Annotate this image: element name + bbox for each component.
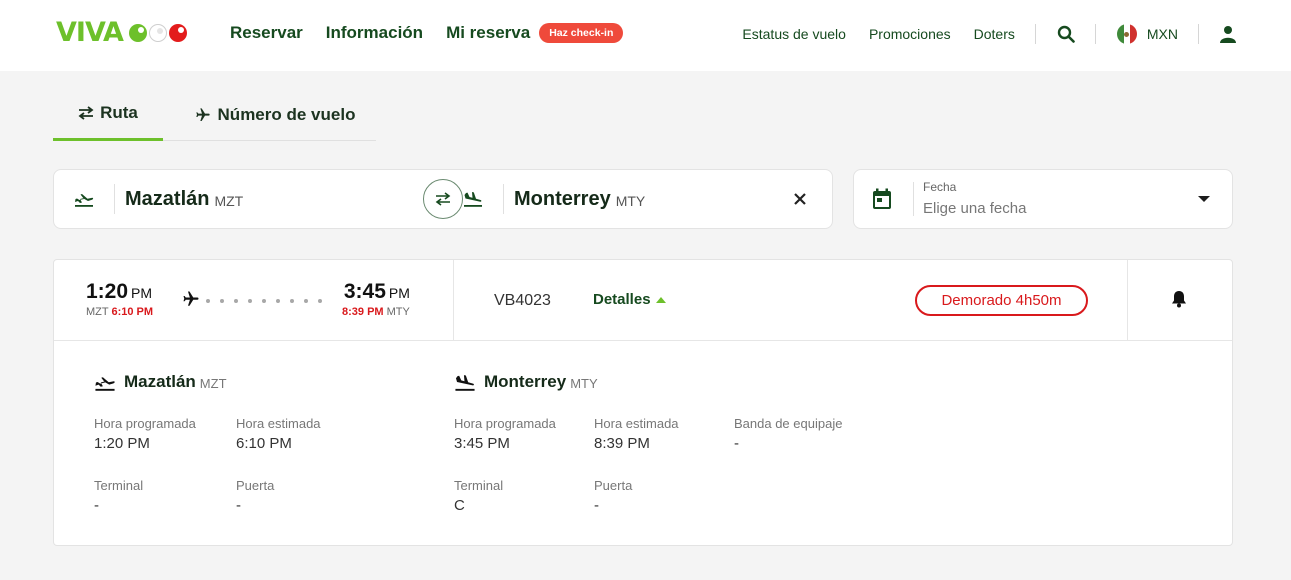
route-dots <box>206 299 332 303</box>
column-divider <box>453 260 454 340</box>
currency-selector[interactable]: MXN <box>1116 24 1178 44</box>
destination-scheduled: Hora programada 3:45 PM <box>454 416 556 452</box>
account-button[interactable] <box>1220 25 1236 43</box>
field-separator <box>503 184 504 214</box>
nav-reservar[interactable]: Reservar <box>230 22 303 44</box>
destination-baggage: Banda de equipaje - <box>734 416 843 452</box>
chevron-down-icon <box>1198 196 1210 202</box>
viva-logo[interactable]: VIVA <box>56 18 187 48</box>
swap-arrows-icon <box>78 106 94 120</box>
flight-status-card: 1:20 PM MZT 6:10 PM 3:45 PM 8:39 PM MTY VB… <box>53 259 1233 546</box>
origin-scheduled: Hora programada 1:20 PM <box>94 416 196 452</box>
date-picker[interactable]: Fecha Elige una fecha <box>853 169 1233 229</box>
clear-route-button[interactable] <box>790 189 810 209</box>
search-icon <box>1057 25 1075 43</box>
airplane-icon <box>195 107 210 121</box>
logo-dot-red <box>168 24 187 42</box>
arrival-ampm: PM <box>388 285 410 301</box>
arrival-time: 3:45 <box>343 280 386 303</box>
swap-arrows-icon <box>435 192 451 206</box>
date-placeholder: Elige una fecha <box>923 200 1027 217</box>
origin-gate: Puerta - <box>236 478 275 514</box>
origin-terminal: Terminal - <box>94 478 144 514</box>
flight-number: VB4023 <box>494 292 551 309</box>
origin-city: Mazatlán <box>125 187 210 210</box>
route-search-box: Mazatlán MZT Monterrey MTY <box>53 169 833 229</box>
nav-divider <box>1034 24 1036 44</box>
notification-bell-button[interactable] <box>1171 290 1187 313</box>
departure-time: 1:20 <box>86 280 129 303</box>
tab-ruta-label: Ruta <box>100 103 138 122</box>
destination-detail-city: Monterrey <box>484 372 567 391</box>
top-header: VIVA Reservar Información Mi reserva Haz… <box>0 0 1291 71</box>
origin-estimated: Hora estimada 6:10 PM <box>236 416 321 452</box>
logo-dot-green <box>128 24 147 42</box>
column-divider <box>1127 260 1128 340</box>
logo-dot-white <box>148 24 167 42</box>
user-icon <box>1220 26 1236 43</box>
takeoff-icon <box>95 376 115 391</box>
search-button[interactable] <box>1057 25 1075 43</box>
destination-estimated: Hora estimada 8:39 PM <box>594 416 679 452</box>
mexico-flag-icon <box>1116 24 1137 44</box>
airplane-icon <box>183 291 199 306</box>
nav-promociones[interactable]: Promociones <box>869 26 951 42</box>
search-mode-tabs: Ruta Número de vuelo <box>53 88 376 141</box>
logo-text: VIVA <box>56 17 124 48</box>
departure-code: MZT <box>86 306 109 318</box>
nav-flight-status[interactable]: Estatus de vuelo <box>742 26 846 42</box>
destination-gate: Puerta - <box>594 478 633 514</box>
date-label: Fecha <box>923 180 957 194</box>
right-nav: Estatus de vuelo Promociones Doters MXN <box>719 20 1236 48</box>
departure-new-time: 6:10 PM <box>111 306 154 318</box>
origin-detail-city: Mazatlán <box>124 372 196 391</box>
origin-detail-code: MZT <box>199 376 227 391</box>
destination-details: Monterrey MTY <box>454 372 598 392</box>
departure-time-block: 1:20 PM MZT 6:10 PM <box>86 280 153 318</box>
destination-detail-code: MTY <box>570 376 598 391</box>
swap-route-button[interactable] <box>423 179 463 219</box>
field-separator <box>114 184 115 214</box>
takeoff-icon <box>54 191 114 207</box>
checkin-badge[interactable]: Haz check-in <box>539 23 624 43</box>
nav-doters[interactable]: Doters <box>974 26 1015 42</box>
field-separator <box>913 182 914 216</box>
tab-ruta[interactable]: Ruta <box>53 88 163 141</box>
nav-informacion[interactable]: Información <box>326 22 423 44</box>
details-toggle-button[interactable]: Detalles <box>593 291 666 308</box>
arrival-code: MTY <box>386 306 410 318</box>
calendar-icon <box>872 188 892 215</box>
destination-city: Monterrey <box>514 187 611 210</box>
details-label: Detalles <box>593 291 651 308</box>
chevron-up-icon <box>655 296 666 303</box>
nav-mi-reserva[interactable]: Mi reserva <box>446 22 530 44</box>
origin-code: MZT <box>214 193 244 209</box>
flight-summary-row: 1:20 PM MZT 6:10 PM 3:45 PM 8:39 PM MTY VB… <box>54 260 1232 341</box>
tab-numero-vuelo[interactable]: Número de vuelo <box>173 88 376 141</box>
destination-code: MTY <box>615 193 646 209</box>
nav-divider <box>1094 24 1096 44</box>
status-badge: Demorado 4h50m <box>915 285 1088 316</box>
destination-terminal: Terminal C <box>454 478 504 514</box>
main-nav: Reservar Información Mi reserva Haz chec… <box>230 22 624 44</box>
origin-field[interactable]: Mazatlán MZT <box>54 170 443 228</box>
destination-field[interactable]: Monterrey MTY <box>443 170 833 228</box>
bell-icon <box>1172 291 1186 308</box>
close-icon <box>794 193 806 205</box>
landing-icon <box>455 374 475 391</box>
logo-dots <box>127 24 187 42</box>
arrival-time-block: 3:45 PM 8:39 PM MTY <box>342 280 410 318</box>
nav-divider <box>1198 24 1199 44</box>
departure-ampm: PM <box>131 285 153 301</box>
origin-details: Mazatlán MZT <box>94 372 227 392</box>
arrival-new-time: 8:39 PM <box>342 306 384 318</box>
tab-vuelo-label: Número de vuelo <box>217 104 356 124</box>
currency-label: MXN <box>1146 26 1178 42</box>
